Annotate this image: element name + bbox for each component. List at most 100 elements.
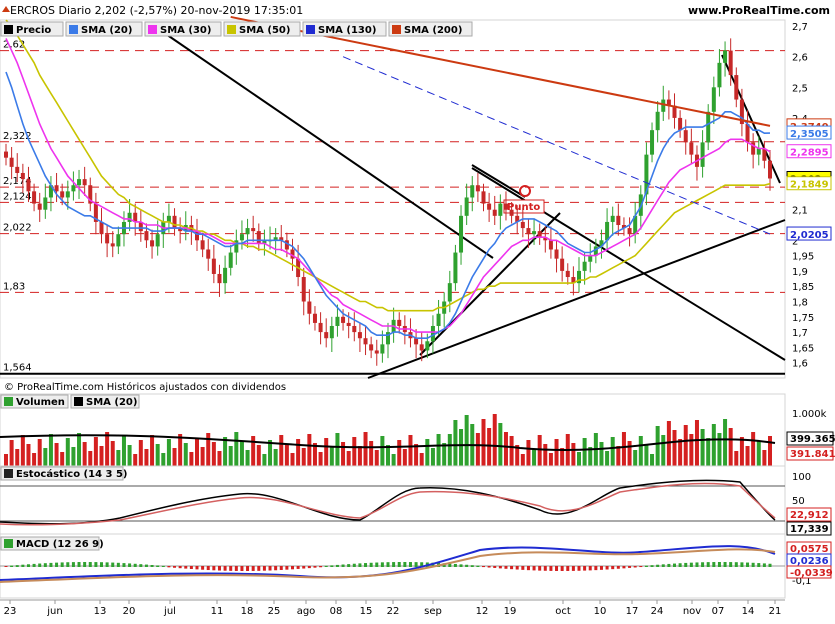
macd-hist-bar — [71, 562, 75, 567]
candle-body — [335, 316, 340, 326]
macd-hist-bar — [257, 566, 261, 571]
volume-bar — [82, 442, 87, 466]
macd-hist-bar — [751, 562, 755, 567]
macd-hist-bar — [38, 563, 42, 567]
volume-bar — [105, 432, 110, 466]
volume-bar — [329, 447, 334, 466]
candle-body — [318, 322, 323, 333]
legend-label: SMA (20) — [81, 25, 132, 36]
volume-bar — [37, 439, 42, 466]
macd-hist-bar — [762, 563, 766, 567]
candle-body — [110, 243, 115, 247]
macd-hist-bar — [161, 565, 165, 567]
candle-body — [526, 228, 531, 235]
volume-bar — [739, 437, 744, 466]
volume-swatch — [4, 397, 13, 406]
volume-bar — [4, 454, 8, 466]
macd-hist-bar — [532, 566, 536, 571]
volume-bar — [234, 432, 239, 466]
volume-bar — [9, 440, 14, 466]
candle-body — [762, 148, 767, 161]
macd-hist-bar — [656, 564, 660, 567]
volume-bar — [26, 444, 31, 466]
candle-body — [745, 124, 750, 143]
macd-hist-bar — [15, 565, 19, 567]
volume-bar — [200, 447, 205, 466]
volume-bar — [228, 446, 233, 466]
macd-hist-bar — [684, 562, 688, 567]
volume-bar — [369, 441, 374, 466]
candle-body — [245, 228, 250, 235]
candle-body — [520, 221, 525, 229]
macd-hist-bar — [77, 562, 81, 567]
macd-hist-bar — [240, 566, 244, 571]
macd-hist-bar — [167, 566, 171, 568]
macd-hist-bar — [364, 563, 368, 567]
macd-tag-label: -0,0339 — [790, 568, 833, 579]
volume-bar — [127, 445, 132, 466]
candle-body — [605, 221, 610, 241]
volume-bar — [498, 423, 503, 466]
candle-body — [616, 215, 621, 226]
price-tick-label: 1,6 — [792, 359, 808, 370]
macd-hist-bar — [55, 562, 59, 567]
volume-sma-swatch — [74, 397, 83, 406]
macd-hist-bar — [622, 566, 626, 569]
legend-swatch — [148, 25, 157, 34]
macd-hist-bar — [453, 563, 457, 567]
candle-body — [77, 179, 82, 186]
candle-body — [588, 255, 593, 262]
macd-hist-bar — [111, 562, 115, 567]
volume-bar — [526, 440, 531, 466]
volume-bar — [402, 449, 407, 466]
macd-hist-bar — [60, 562, 64, 567]
macd-hist-bar — [262, 566, 266, 571]
macd-hist-bar — [352, 563, 356, 567]
macd-hist-bar — [504, 566, 508, 569]
macd-hist-bar — [380, 562, 384, 567]
volume-bar — [195, 438, 199, 466]
candle-body — [414, 338, 419, 345]
candle-body — [15, 166, 20, 173]
stochastic-swatch — [4, 469, 13, 478]
candle-body — [683, 130, 688, 143]
x-tick-label: 24 — [651, 606, 664, 617]
legend-label: SMA (30) — [160, 25, 211, 36]
volume-bar — [71, 447, 76, 466]
macd-hist-bar — [369, 562, 373, 567]
macd-hist-bar — [296, 566, 300, 569]
candle-body — [425, 341, 430, 351]
macd-hist-bar — [375, 562, 379, 567]
macd-hist-bar — [139, 564, 143, 567]
candle-body — [99, 221, 104, 235]
macd-hist-bar — [487, 566, 491, 568]
volume-bar — [689, 434, 694, 466]
candle-body — [239, 234, 244, 241]
macd-hist-bar — [678, 563, 682, 567]
price-tag-label: 2,1849 — [790, 180, 829, 191]
macd-hist-bar — [740, 562, 744, 567]
macd-hist-bar — [21, 564, 25, 567]
volume-bar — [577, 452, 581, 466]
volume-bar — [548, 453, 553, 466]
volume-bar — [756, 441, 761, 466]
candle-body — [43, 197, 48, 210]
volume-bar — [599, 442, 604, 466]
candle-body — [374, 350, 379, 354]
macd-hist-bar — [644, 565, 648, 567]
macd-hist-bar — [291, 566, 294, 570]
macd-hist-bar — [26, 564, 30, 567]
level-label: 1,83 — [3, 281, 25, 292]
macd-hist-bar — [156, 565, 160, 567]
volume-bar — [419, 453, 424, 466]
header-title: ERCROS Diario 2,202 (-2,57%) 20-nov-2019… — [10, 4, 303, 17]
macd-hist-bar — [246, 566, 250, 571]
volume-bar — [768, 436, 772, 466]
volume-bar — [144, 449, 149, 466]
candle-body — [223, 267, 228, 284]
macd-hist-bar — [150, 564, 154, 567]
legend-label: SMA (130) — [318, 25, 376, 36]
site-label[interactable]: www.ProRealTime.com — [688, 4, 830, 17]
volume-tag-label: 391.841 — [790, 449, 835, 460]
candle-body — [492, 209, 497, 216]
